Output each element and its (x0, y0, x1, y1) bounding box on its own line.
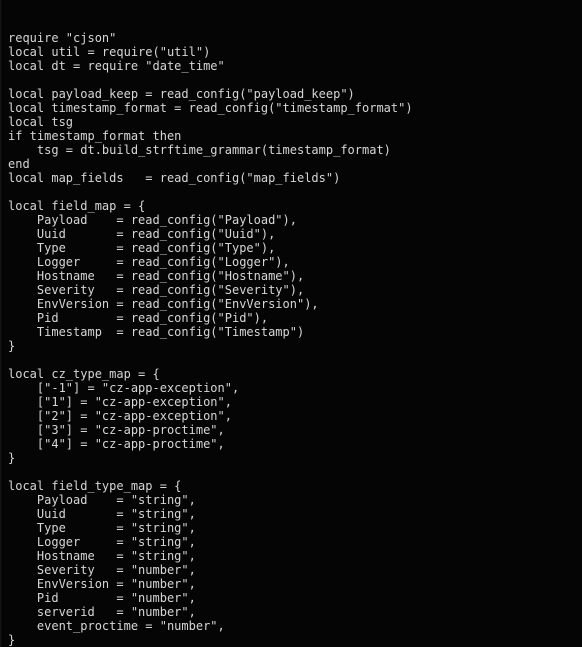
code-line: } (8, 451, 16, 465)
code-line: Logger = read_config("Logger"), (8, 255, 290, 269)
code-line: end (8, 157, 30, 171)
code-line: Hostname = read_config("Hostname"), (8, 269, 305, 283)
code-editor-pane[interactable]: require "cjson" local util = require("uti… (0, 0, 582, 647)
code-line: ["1"] = "cz-app-exception", (8, 395, 232, 409)
code-screenshot: require "cjson" local util = require("uti… (0, 0, 582, 647)
code-line: Uuid = "string", (8, 507, 196, 521)
code-lines-container: require "cjson" local util = require("uti… (8, 31, 582, 647)
code-line: ["3"] = "cz-app-proctime", (8, 423, 225, 437)
code-line: Timestamp = read_config("Timestamp") (8, 325, 305, 339)
code-line: ["4"] = "cz-app-proctime", (8, 437, 225, 451)
code-line: EnvVersion = "number", (8, 577, 196, 591)
code-line: serverid = "number", (8, 605, 196, 619)
code-line: local tsg (8, 115, 74, 129)
code-line: local timestamp_format = read_config("ti… (8, 101, 413, 115)
code-line: Logger = "string", (8, 535, 196, 549)
code-line: } (8, 633, 16, 647)
code-line: Type = read_config("Type"), (8, 241, 276, 255)
code-line: Severity = "number", (8, 563, 196, 577)
code-line: Uuid = read_config("Uuid"), (8, 227, 276, 241)
code-line: local payload_keep = read_config("payloa… (8, 87, 355, 101)
code-line: local util = require("util") (8, 45, 211, 59)
code-line: local field_type_map = { (8, 479, 182, 493)
code-line: tsg = dt.build_strftime_grammar(timestam… (8, 143, 391, 157)
code-line: } (8, 339, 16, 353)
code-line: event_proctime = "number", (8, 619, 225, 633)
code-line: if timestamp_format then (8, 129, 182, 143)
code-line: local map_fields = read_config("map_fiel… (8, 171, 341, 185)
code-line: local dt = require "date_time" (8, 59, 225, 73)
code-line: require "cjson" (8, 31, 117, 45)
code-line: Payload = read_config("Payload"), (8, 213, 297, 227)
code-line: Type = "string", (8, 521, 196, 535)
code-line: EnvVersion = read_config("EnvVersion"), (8, 297, 319, 311)
code-line: Pid = read_config("Pid"), (8, 311, 269, 325)
code-line: Severity = read_config("Severity"), (8, 283, 305, 297)
code-line: ["-1"] = "cz-app-exception", (8, 381, 240, 395)
code-line: Pid = "number", (8, 591, 196, 605)
code-line: Payload = "string", (8, 493, 196, 507)
code-line: ["2"] = "cz-app-exception", (8, 409, 232, 423)
code-line: local field_map = { (8, 199, 146, 213)
code-line: Hostname = "string", (8, 549, 196, 563)
code-line: local cz_type_map = { (8, 367, 160, 381)
